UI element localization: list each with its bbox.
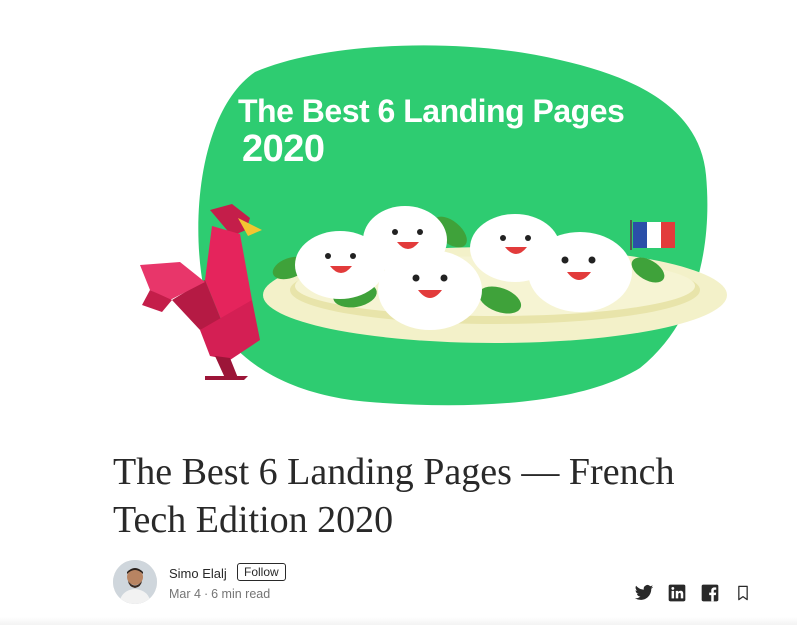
author-avatar[interactable] [113, 560, 157, 604]
read-time: 6 min read [211, 587, 271, 601]
author-name[interactable]: Simo Elalj [169, 566, 227, 581]
linkedin-icon[interactable] [667, 583, 687, 603]
twitter-icon[interactable] [634, 583, 654, 603]
meta-separator: · [203, 587, 209, 601]
french-flag-icon [630, 220, 675, 250]
article-title: The Best 6 Landing Pages — French Tech E… [113, 451, 675, 541]
hero-artwork [140, 45, 727, 406]
hero-title-line-1: The Best 6 Landing Pages [238, 93, 625, 129]
share-toolbar [634, 582, 753, 604]
hero-title-line-2: 2020 [242, 128, 325, 170]
hero-illustration: The Best 6 Landing Pages 2020 [0, 0, 797, 420]
author-row: Simo Elalj Follow Mar 4 · 6 min read [113, 560, 753, 608]
avatar-photo [113, 560, 157, 604]
page-bottom-edge [0, 617, 797, 625]
bookmark-icon[interactable] [733, 583, 753, 603]
follow-button[interactable]: Follow [237, 563, 286, 581]
publish-date: Mar 4 [169, 587, 201, 601]
article-meta: Mar 4 · 6 min read [169, 587, 270, 601]
hero-title: The Best 6 Landing Pages 2020 [238, 92, 625, 170]
facebook-icon[interactable] [700, 583, 720, 603]
